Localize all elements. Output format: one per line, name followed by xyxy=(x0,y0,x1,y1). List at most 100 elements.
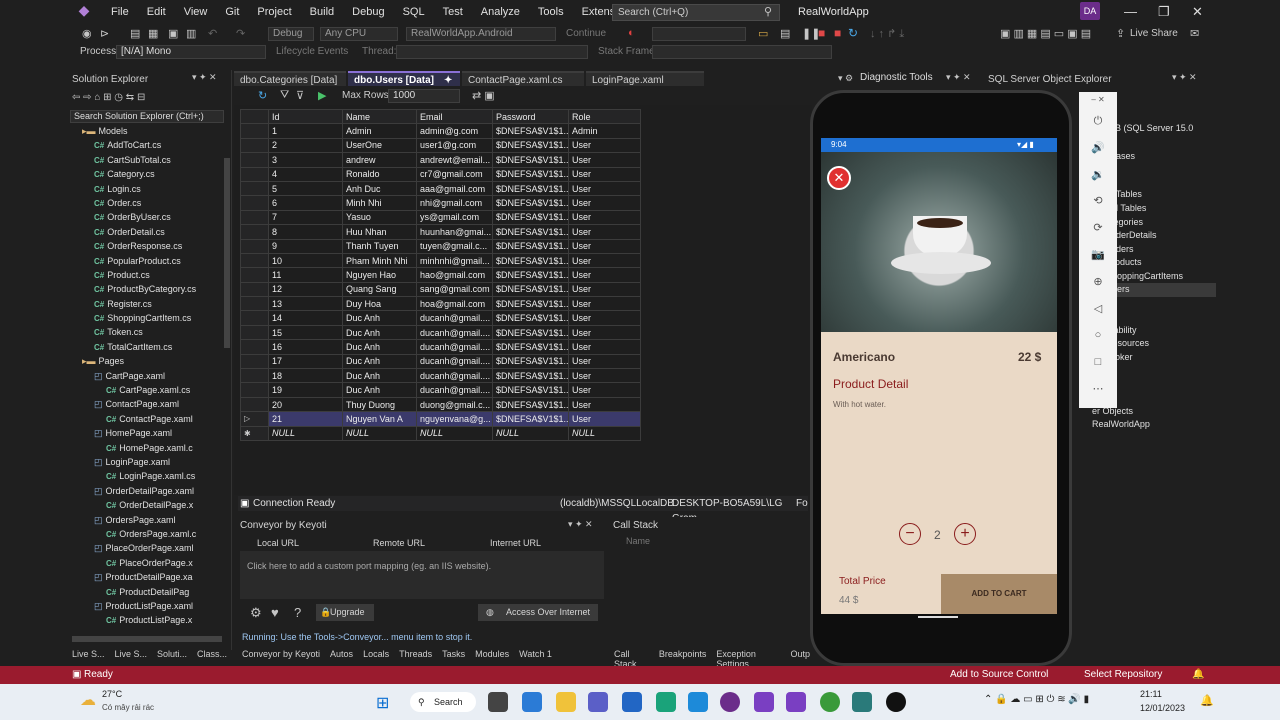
table-cell[interactable]: User xyxy=(568,267,641,283)
select-repository-button[interactable]: Select Repository xyxy=(1084,666,1162,684)
solution-tab[interactable]: Class... xyxy=(197,649,227,659)
table-cell[interactable]: User xyxy=(568,238,641,254)
debug-tab[interactable]: Tasks xyxy=(442,649,465,659)
table-cell[interactable]: user1@g.com xyxy=(416,137,493,154)
table-cell[interactable]: Quang Sang xyxy=(342,281,417,298)
table-cell[interactable]: $DNEFSA$V1$1... xyxy=(492,324,569,341)
row-selector[interactable] xyxy=(240,195,269,211)
increase-quantity-button[interactable]: + xyxy=(954,523,976,545)
table-cell[interactable]: User xyxy=(568,324,641,341)
table-cell[interactable]: User xyxy=(568,296,641,312)
row-selector[interactable] xyxy=(240,281,269,298)
debug-tab[interactable]: Watch 1 xyxy=(519,649,552,659)
file-item[interactable]: ◰ LoginPage.xaml xyxy=(70,455,222,469)
table-cell[interactable]: NULL xyxy=(416,425,493,441)
debug-tab[interactable]: Threads xyxy=(399,649,432,659)
table-cell[interactable]: tuyen@gmail.c... xyxy=(416,238,493,254)
port-mapping-area[interactable]: Click here to add a custom port mapping … xyxy=(240,551,604,599)
table-row[interactable]: 13 Duy Hoa hoa@gmail.com $DNEFSA$V1$1... Use… xyxy=(240,296,641,312)
settings-icon[interactable]: ⚙ xyxy=(250,605,262,621)
table-cell[interactable]: ducanh@gmail.... xyxy=(416,339,493,355)
conveyor-panel-icons[interactable]: ▾ ✦ ✕ xyxy=(568,519,593,530)
table-cell[interactable]: minhnhi@gmail... xyxy=(416,252,493,269)
file-item[interactable]: ◰ CartPage.xaml xyxy=(70,369,222,383)
minimize-icon[interactable]: — xyxy=(1124,4,1137,19)
table-cell[interactable]: Anh Duc xyxy=(342,180,417,197)
table-cell[interactable]: andrewt@email... xyxy=(416,152,493,168)
table-cell[interactable]: 3 xyxy=(268,152,343,168)
file-item[interactable]: C# CartSubTotal.cs xyxy=(70,153,222,167)
table-cell[interactable]: hao@gmail.com xyxy=(416,267,493,283)
weather-icon[interactable]: ☁ xyxy=(80,690,96,710)
table-cell[interactable]: User xyxy=(568,252,641,269)
table-cell[interactable]: nhi@gmail.com xyxy=(416,195,493,211)
table-cell[interactable]: User xyxy=(568,382,641,398)
folder-icon[interactable]: ▭ xyxy=(758,27,768,40)
table-cell[interactable]: NULL xyxy=(568,425,641,441)
table-cell[interactable]: $DNEFSA$V1$1... xyxy=(492,152,569,168)
file-item[interactable]: ◰ OrderDetailPage.xaml xyxy=(70,484,222,498)
file-item[interactable]: C# OrderByUser.cs xyxy=(70,210,222,224)
row-selector[interactable] xyxy=(240,180,269,197)
table-row[interactable]: 8 Huu Nhan huunhan@gmai... $DNEFSA$V1$1... U… xyxy=(240,224,641,240)
file-item[interactable]: C# AddToCart.cs xyxy=(70,138,222,152)
row-selector[interactable] xyxy=(240,324,269,341)
access-over-internet-button[interactable]: ◍ Access Over Internet xyxy=(478,604,598,621)
solution-search[interactable]: Search Solution Explorer (Ctrl+;) xyxy=(70,110,224,123)
table-row[interactable]: 5 Anh Duc aaa@gmail.com $DNEFSA$V1$1... User xyxy=(240,180,641,197)
live-share-icon[interactable]: ⇪ xyxy=(1116,27,1125,40)
table-cell[interactable]: $DNEFSA$V1$1... xyxy=(492,382,569,398)
github-desktop-icon[interactable] xyxy=(720,692,740,712)
table-row[interactable]: 1 Admin admin@g.com $DNEFSA$V1$1... Admin xyxy=(240,123,641,139)
table-cell[interactable]: UserOne xyxy=(342,137,417,154)
add-source-control-button[interactable]: Add to Source Control xyxy=(950,666,1048,684)
table-cell[interactable]: User xyxy=(568,310,641,326)
table-cell[interactable]: 13 xyxy=(268,296,343,312)
row-selector[interactable] xyxy=(240,137,269,154)
row-selector[interactable] xyxy=(240,123,269,139)
live-share-button[interactable]: Live Share xyxy=(1130,28,1178,39)
table-cell[interactable]: User xyxy=(568,281,641,298)
table-row[interactable]: 4 Ronaldo cr7@gmail.com $DNEFSA$V1$1... User xyxy=(240,166,641,182)
redo-icon[interactable]: ↷ xyxy=(236,27,245,40)
table-cell[interactable]: 20 xyxy=(268,396,343,413)
table-cell[interactable]: 10 xyxy=(268,252,343,269)
sql-tree-item[interactable]: Users xyxy=(1106,283,1216,297)
menu-tools[interactable]: Tools xyxy=(529,6,573,18)
file-item[interactable]: C# CartPage.xaml.cs xyxy=(70,383,222,397)
file-item[interactable]: ◰ ContactPage.xaml xyxy=(70,397,222,411)
folder-item[interactable]: ▸▬ Pages xyxy=(70,354,222,368)
table-cell[interactable]: andrew xyxy=(342,152,417,168)
table-row[interactable]: 15 Duc Anh ducanh@gmail.... $DNEFSA$V1$1...… xyxy=(240,324,641,341)
file-item[interactable]: C# TotalCartItem.cs xyxy=(70,340,222,354)
table-cell[interactable]: 2 xyxy=(268,137,343,154)
table-cell[interactable]: Duc Anh xyxy=(342,324,417,341)
row-selector[interactable] xyxy=(240,252,269,269)
feedback-icon[interactable]: ✉ xyxy=(1190,27,1199,40)
row-selector[interactable] xyxy=(240,152,269,168)
zoom-icon[interactable]: ⊕ xyxy=(1079,269,1117,296)
row-selector[interactable]: ▷ xyxy=(240,411,269,427)
hot-reload-select[interactable] xyxy=(652,27,746,41)
task-view-icon[interactable] xyxy=(488,692,508,712)
max-rows-select[interactable]: 1000 xyxy=(388,89,460,103)
lifecycle-events[interactable]: Lifecycle Events xyxy=(276,46,348,57)
menu-sql[interactable]: SQL xyxy=(394,6,434,18)
file-item[interactable]: C# ShoppingCartItem.cs xyxy=(70,311,222,325)
table-cell[interactable]: duong@gmail.c... xyxy=(416,396,493,413)
sql-tree-item[interactable]: RealWorldApp xyxy=(1092,418,1150,432)
table-cell[interactable]: $DNEFSA$V1$1... xyxy=(492,238,569,254)
file-item[interactable]: ◰ PlaceOrderPage.xaml xyxy=(70,541,222,555)
notifications-icon[interactable]: 🔔 xyxy=(1200,694,1214,707)
table-row[interactable]: 14 Duc Anh ducanh@gmail.... $DNEFSA$V1$1...… xyxy=(240,310,641,326)
table-cell[interactable]: $DNEFSA$V1$1... xyxy=(492,209,569,226)
stop-icon[interactable]: ■ xyxy=(818,26,825,40)
table-row[interactable]: 19 Duc Anh ducanh@gmail.... $DNEFSA$V1$1...… xyxy=(240,382,641,398)
power-icon[interactable]: ⏻ xyxy=(1079,108,1117,135)
row-selector[interactable] xyxy=(240,368,269,384)
file-item[interactable]: C# Product.cs xyxy=(70,268,222,282)
table-cell[interactable]: hoa@gmail.com xyxy=(416,296,493,312)
table-row[interactable]: 17 Duc Anh ducanh@gmail.... $DNEFSA$V1$1...… xyxy=(240,353,641,370)
file-item[interactable]: ◰ ProductListPage.xaml xyxy=(70,599,222,613)
android-studio-icon[interactable] xyxy=(852,692,872,712)
